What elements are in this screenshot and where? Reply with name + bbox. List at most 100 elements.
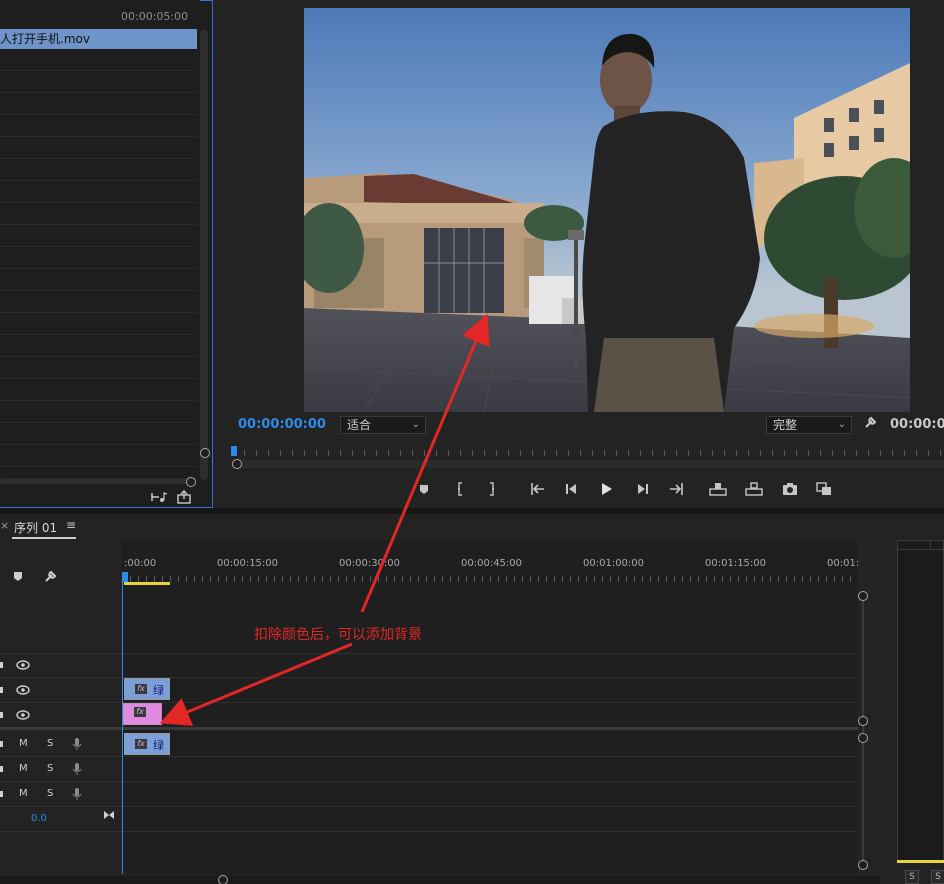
project-horizontal-scrollbar[interactable] [0, 478, 190, 484]
project-row [0, 269, 197, 291]
ruler-label: 00:00:45:00 [461, 558, 523, 569]
play-icon[interactable] [594, 478, 618, 500]
ruler-label: 00:01:15:00 [705, 558, 767, 569]
add-marker-icon[interactable] [12, 570, 24, 582]
clip-a1-audio[interactable]: fx 绿 [124, 733, 170, 755]
project-row [0, 93, 197, 115]
track-lock-icon[interactable] [0, 740, 4, 748]
monitor-time-ruler[interactable] [232, 446, 944, 460]
project-row [0, 181, 197, 203]
solo-button[interactable]: S [47, 763, 53, 774]
tab-menu-icon[interactable]: ≡ [66, 518, 76, 532]
timeline-divider-handle[interactable] [858, 716, 868, 726]
project-row [0, 115, 197, 137]
solo-button[interactable]: S [47, 738, 53, 749]
timeline-settings-wrench-icon[interactable] [44, 569, 58, 583]
fx-badge: fx [135, 684, 147, 694]
zoom-fit-dropdown[interactable]: 适合 ⌄ [340, 416, 426, 434]
project-vertical-scrollbar[interactable] [200, 30, 208, 480]
project-ruler-timecode: 00:00:05:00 [121, 10, 189, 23]
lift-icon[interactable] [706, 478, 730, 500]
clip-v2-color-matte[interactable]: fx [123, 703, 162, 725]
project-row [0, 225, 197, 247]
voiceover-mic-icon[interactable] [72, 737, 82, 751]
add-marker-icon[interactable] [412, 478, 436, 500]
chevron-down-icon: ⌄ [411, 419, 420, 430]
timeline-header [0, 514, 880, 540]
automate-to-sequence-icon[interactable] [150, 491, 168, 503]
go-to-in-icon[interactable] [526, 478, 550, 500]
current-timecode[interactable]: 00:00:00:00 [238, 417, 326, 432]
monitor-playhead[interactable] [231, 446, 237, 456]
work-area-bar[interactable] [124, 582, 170, 585]
project-row [0, 313, 197, 335]
monitor-scrub-bar[interactable] [232, 460, 944, 468]
project-row [0, 335, 197, 357]
ruler-label: 00:01: [827, 558, 860, 569]
project-row [0, 401, 197, 423]
extract-icon[interactable] [742, 478, 766, 500]
project-zoom-handle[interactable] [186, 477, 196, 487]
project-clip-item[interactable]: 男人打开手机.mov [0, 29, 197, 49]
project-row [0, 203, 197, 225]
project-row [0, 159, 197, 181]
project-row [0, 445, 197, 467]
go-to-out-icon[interactable] [664, 478, 688, 500]
project-row [0, 49, 197, 71]
tab-sequence[interactable]: 序列 01 [14, 519, 57, 536]
project-row [0, 423, 197, 445]
timeline-tracks-area[interactable] [0, 540, 858, 875]
step-forward-icon[interactable] [630, 478, 654, 500]
project-row [0, 379, 197, 401]
duration-timecode: 00:00:05 [890, 417, 944, 432]
project-row [0, 291, 197, 313]
voiceover-mic-icon[interactable] [72, 787, 82, 801]
audio-meter [897, 540, 944, 862]
timeline-scroll-handle-top[interactable] [858, 591, 868, 601]
solo-button[interactable]: S [47, 788, 53, 799]
playback-resolution-dropdown[interactable]: 完整 ⌄ [766, 416, 852, 434]
button-editor-icon[interactable] [812, 478, 836, 500]
timeline-playhead-line[interactable] [122, 574, 123, 874]
mark-out-icon[interactable] [480, 478, 504, 500]
annotation-text: 扣除颜色后，可以添加背景 [254, 627, 422, 643]
export-frame-icon[interactable] [778, 478, 802, 500]
timeline-divider-handle[interactable] [858, 733, 868, 743]
project-row [0, 137, 197, 159]
clip-label: 绿 [153, 684, 164, 697]
chevron-down-icon: ⌄ [837, 419, 846, 430]
master-volume-value[interactable]: 0.0 [31, 813, 47, 824]
track-lock-icon[interactable] [0, 790, 4, 798]
ruler-label: :00:00 [124, 558, 157, 569]
timeline-scroll-handle-bottom[interactable] [858, 860, 868, 870]
program-video-frame[interactable] [304, 8, 910, 412]
timeline-playhead[interactable] [122, 572, 128, 582]
project-row [0, 71, 197, 93]
zoom-fit-value: 适合 [347, 418, 372, 432]
close-tab-icon[interactable]: × [0, 519, 9, 532]
fx-badge: fx [134, 707, 146, 717]
export-icon[interactable] [176, 490, 192, 504]
track-lock-icon[interactable] [0, 765, 4, 773]
mute-button[interactable]: M [19, 788, 28, 799]
clip-v3-green-screen[interactable]: fx 绿 [124, 678, 170, 700]
master-go-to-icon[interactable] [103, 810, 115, 820]
monitor-settings-wrench-icon[interactable] [864, 415, 878, 429]
project-scroll-handle[interactable] [200, 448, 210, 458]
track-v3-controls [0, 660, 30, 670]
track-v1-controls [0, 710, 30, 720]
timeline-vertical-scrollbar[interactable] [862, 596, 864, 866]
solo-right-button[interactable]: S [931, 870, 944, 884]
timeline-zoom-handle[interactable] [218, 875, 228, 884]
active-tab-underline [12, 537, 76, 539]
timeline-horizontal-scrollbar[interactable] [0, 876, 880, 884]
monitor-zoom-handle[interactable] [232, 459, 242, 469]
step-back-icon[interactable] [560, 478, 584, 500]
mute-button[interactable]: M [19, 738, 28, 749]
ruler-label: 00:01:00:00 [583, 558, 645, 569]
solo-left-button[interactable]: S [905, 870, 919, 884]
mark-in-icon[interactable] [448, 478, 472, 500]
project-row [0, 357, 197, 379]
voiceover-mic-icon[interactable] [72, 762, 82, 776]
mute-button[interactable]: M [19, 763, 28, 774]
